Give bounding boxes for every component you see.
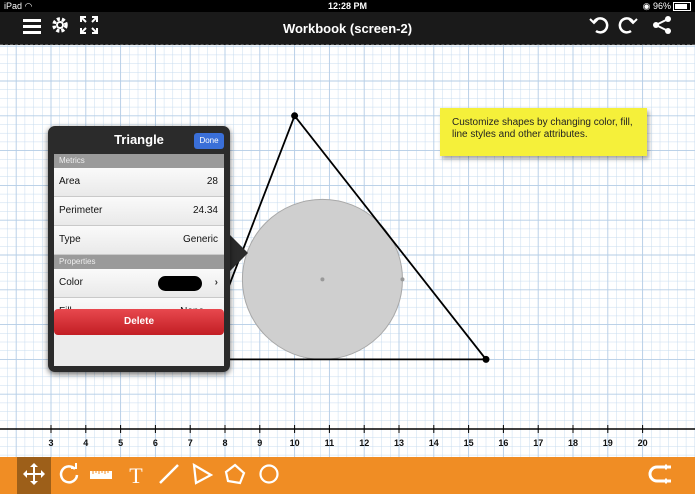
x-tick-label: 15 — [464, 438, 474, 448]
x-tick-label: 18 — [568, 438, 578, 448]
magnet-icon[interactable] — [647, 463, 673, 489]
circle-center-point — [320, 277, 325, 282]
line-tool-icon[interactable] — [156, 463, 182, 489]
type-label: Type — [59, 234, 81, 245]
area-value: 28 — [206, 176, 218, 187]
rotation-lock-icon: ◉ — [642, 1, 651, 11]
bottom-toolbar: T — [0, 457, 695, 494]
x-tick-label: 12 — [359, 438, 369, 448]
perimeter-label: Perimeter — [59, 205, 103, 216]
properties-header: Properties — [54, 255, 224, 269]
color-swatch[interactable] — [158, 276, 202, 291]
battery-indicator: ◉ 96% — [643, 0, 691, 12]
rotate-icon[interactable] — [56, 463, 82, 489]
clock: 12:28 PM — [327, 1, 368, 11]
triangle-vertex — [482, 355, 490, 363]
ruler-icon[interactable] — [88, 463, 114, 489]
polygon-tool-icon[interactable] — [222, 463, 248, 489]
x-tick-label: 10 — [290, 438, 300, 448]
undo-icon[interactable] — [587, 16, 611, 40]
perimeter-row: Perimeter 24.34 — [54, 197, 224, 226]
x-tick-label: 6 — [153, 438, 158, 448]
x-tick-label: 9 — [257, 438, 262, 448]
x-tick-label: 7 — [188, 438, 193, 448]
circle-tool-icon[interactable] — [256, 463, 282, 489]
circle-radius-point — [400, 277, 405, 282]
x-tick-label: 16 — [498, 438, 508, 448]
x-tick-label: 14 — [429, 438, 439, 448]
color-label: Color — [59, 277, 83, 288]
perimeter-value: 24.34 — [192, 205, 218, 216]
x-tick-label: 4 — [83, 438, 88, 448]
help-note-text: Customize shapes by changing color, fill… — [452, 117, 633, 140]
done-button[interactable]: Done — [194, 133, 224, 149]
x-tick-label: 11 — [325, 438, 335, 448]
delete-button[interactable]: Delete — [54, 309, 224, 335]
move-icon[interactable] — [21, 463, 47, 489]
metrics-header: Metrics — [54, 154, 224, 168]
type-row: Type Generic — [54, 226, 224, 255]
color-row[interactable]: Color › — [54, 269, 224, 298]
x-tick-label: 20 — [638, 438, 648, 448]
x-tick-label: 17 — [533, 438, 543, 448]
x-tick-label: 5 — [118, 438, 123, 448]
share-icon[interactable] — [650, 16, 674, 40]
triangle-vertex — [291, 112, 299, 120]
x-tick-label: 13 — [394, 438, 404, 448]
x-tick-label: 3 — [48, 438, 53, 448]
chevron-right-icon: › — [214, 277, 218, 288]
help-note: Customize shapes by changing color, fill… — [440, 108, 647, 156]
shape-properties-panel: Triangle Done Metrics Area 28 Perimeter … — [48, 126, 230, 372]
x-tick-label: 19 — [603, 438, 613, 448]
status-bar: iPad ◠ 12:28 PM ◉ 96% — [0, 0, 695, 12]
top-toolbar: Workbook (screen-2) — [0, 12, 695, 45]
area-row: Area 28 — [54, 168, 224, 197]
x-tick-label: 8 — [222, 438, 227, 448]
area-label: Area — [59, 176, 81, 187]
triangle-tool-icon[interactable] — [189, 462, 215, 489]
type-value: Generic — [182, 234, 218, 245]
battery-icon — [673, 2, 691, 12]
redo-icon[interactable] — [616, 16, 640, 40]
text-tool-icon[interactable]: T — [123, 463, 149, 489]
